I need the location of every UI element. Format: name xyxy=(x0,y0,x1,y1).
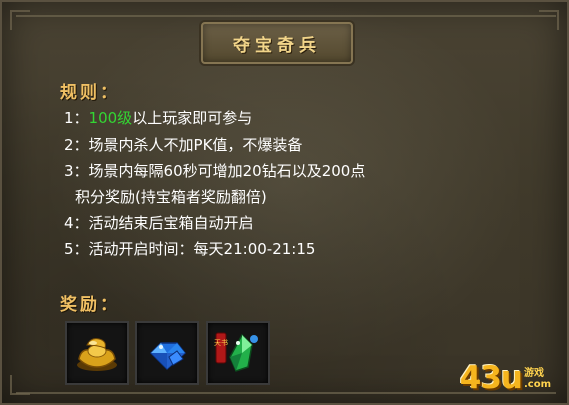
rule-item-3: 3：场景内每隔60秒可增加20钻石以及200点 xyxy=(64,161,365,181)
rules-label: 规则： xyxy=(60,83,120,103)
corner-ornament xyxy=(539,10,559,30)
rule-number: 5： xyxy=(64,240,89,258)
rule-text: 场景内杀人不加PK值，不爆装备 xyxy=(88,136,303,154)
rule-item-3-continued: 积分奖励(持宝箱者奖励翻倍) xyxy=(75,187,267,207)
corner-ornament xyxy=(10,375,30,395)
site-watermark-logo: 43u 游戏 .com xyxy=(460,360,551,396)
gold-ingot-icon xyxy=(77,338,117,371)
rule-number: 1： xyxy=(64,109,89,127)
rewards-label: 奖励： xyxy=(60,295,120,315)
top-border-line xyxy=(16,15,556,17)
reward-slot-gold-ingot[interactable] xyxy=(65,321,129,385)
rule-text: 场景内每隔60秒可增加20钻石以及200点 xyxy=(88,162,366,180)
rule-item-1: 1：100级以上玩家即可参与 xyxy=(64,108,252,128)
rule-item-2: 2：场景内杀人不加PK值，不爆装备 xyxy=(64,135,302,155)
watermark-top: 游戏 xyxy=(523,368,544,379)
rule-text: 活动结束后宝箱自动开启 xyxy=(88,214,254,232)
rule-text: 积分奖励(持宝箱者奖励翻倍) xyxy=(75,188,267,206)
rule-number: 2： xyxy=(64,136,89,154)
rule-number: 3： xyxy=(64,162,89,180)
page-title: 夺宝奇兵 xyxy=(233,35,321,56)
rule-text: 以上玩家即可参与 xyxy=(132,109,253,127)
rule-number: 4： xyxy=(64,214,89,232)
watermark-main: 43u xyxy=(459,360,523,396)
reward-slot-blue-diamond[interactable] xyxy=(135,321,199,385)
rule-item-4: 4：活动结束后宝箱自动开启 xyxy=(64,213,254,233)
watermark-suffix: 游戏 .com xyxy=(524,368,551,390)
rule-item-5: 5：活动开启时间：每天21:00-21:15 xyxy=(64,239,315,259)
reward-slot-green-gem[interactable]: 天书 xyxy=(206,321,270,385)
corner-ornament xyxy=(10,10,30,30)
title-plate: 夺宝奇兵 xyxy=(201,22,353,64)
watermark-bottom: .com xyxy=(523,379,551,390)
rule-text: 活动开启时间：每天21:00-21:15 xyxy=(88,240,316,258)
activity-panel: 夺宝奇兵 规则： 1：100级以上玩家即可参与 2：场景内杀人不加PK值，不爆装… xyxy=(0,0,569,405)
green-gem-scroll-icon: 天书 xyxy=(214,332,258,372)
blue-diamond-icon xyxy=(149,342,187,371)
level-highlight: 100级 xyxy=(88,109,133,127)
scroll-tag: 天书 xyxy=(214,338,228,347)
